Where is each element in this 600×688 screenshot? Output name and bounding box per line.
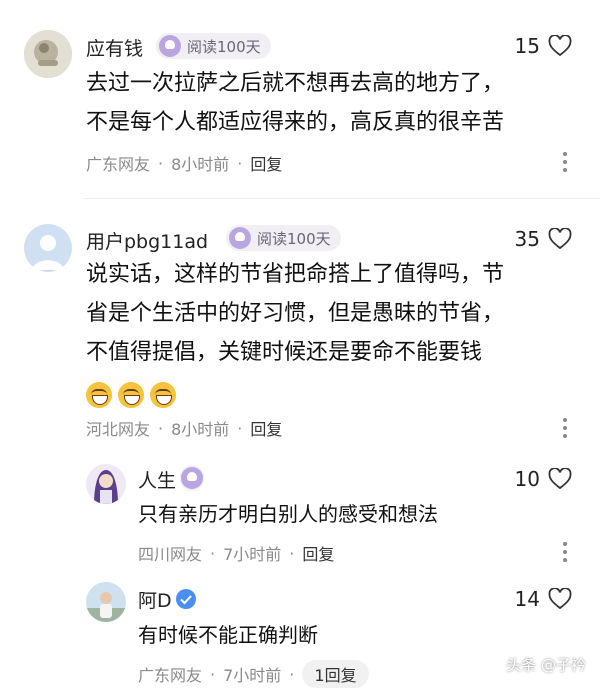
like-button[interactable]: 14 [515, 587, 572, 611]
comment-meta: 广东网友 · 8小时前 · 回复 [86, 151, 282, 175]
badge-label: 阅读100天 [257, 229, 331, 248]
reply-1: 人生 10 只有亲历才明白别人的感受和想法 四川网友 · 7小时前 · 回复 [0, 460, 600, 570]
separator: · [210, 543, 216, 563]
username[interactable]: 用户pbg11ad [86, 227, 208, 254]
avatar[interactable] [86, 582, 126, 622]
heart-outline-icon [548, 35, 572, 57]
laugh-cry-emoji-icon [86, 382, 112, 408]
separator: · [158, 418, 164, 438]
like-button[interactable]: 15 [515, 34, 572, 58]
divider [84, 198, 600, 199]
comment-line: 不值得提倡，关键时候还是要命不能要钱 [86, 340, 483, 365]
separator: · [237, 418, 243, 438]
comment-text: 说实话，这样的节省把命搭上了值得吗，节 省是个生活中的好习惯，但是愚昧的节省， … [86, 255, 586, 414]
separator: · [237, 153, 243, 173]
timestamp: 7小时前 [223, 545, 282, 564]
separator: · [289, 664, 295, 684]
comment-1: 应有钱 阅读100天 15 去过一次拉萨之后就不想再去高的地方了， 不是每个人都… [0, 0, 600, 200]
avatar[interactable] [24, 224, 72, 272]
username[interactable]: 阿D [138, 586, 172, 613]
reply-button[interactable]: 回复 [250, 151, 282, 175]
comment-line: 说实话，这样的节省把命搭上了值得吗，节 [86, 262, 505, 287]
laugh-cry-emoji-icon [150, 382, 176, 408]
separator: · [210, 664, 216, 684]
timestamp: 8小时前 [171, 155, 230, 174]
reading-badge-icon [229, 227, 251, 249]
verified-badge-icon [176, 589, 196, 609]
reply-meta: 四川网友 · 7小时前 · 回复 [138, 541, 334, 565]
comment-line: 省是个生活中的好习惯，但是愚昧的节省， [86, 301, 505, 326]
timestamp: 8小时前 [171, 420, 230, 439]
reply-button[interactable]: 回复 [302, 541, 334, 565]
watermark: 头条 @子衿 [506, 656, 586, 674]
reading-badge-icon [181, 467, 203, 489]
like-count: 10 [514, 467, 540, 491]
username[interactable]: 人生 [138, 466, 176, 493]
reply-text: 只有亲历才明白别人的感受和想法 [138, 502, 438, 526]
reply-meta: 广东网友 · 7小时前 · 1回复 [138, 660, 369, 688]
avatar[interactable] [24, 30, 72, 78]
separator: · [158, 153, 164, 173]
heart-outline-icon [548, 588, 572, 610]
location: 四川网友 [138, 545, 203, 564]
emoji-row [86, 375, 586, 414]
like-count: 15 [514, 34, 540, 58]
reading-badge [180, 465, 204, 491]
view-replies-button[interactable]: 1回复 [302, 660, 369, 688]
more-vertical-icon[interactable] [563, 418, 567, 442]
comment-meta: 河北网友 · 8小时前 · 回复 [86, 416, 282, 440]
comment-2: 用户pbg11ad 阅读100天 35 说实话，这样的节省把命搭上了值得吗，节 … [0, 200, 600, 460]
location: 广东网友 [138, 666, 203, 685]
reading-badge-icon [159, 35, 181, 57]
comment-line: 不是每个人都适应得来的，高反真的很辛苦 [86, 110, 505, 135]
heart-outline-icon [548, 468, 572, 490]
avatar[interactable] [86, 464, 126, 504]
like-button[interactable]: 10 [515, 467, 572, 491]
like-count: 35 [514, 227, 540, 251]
more-vertical-icon[interactable] [563, 152, 567, 176]
like-count: 14 [514, 587, 540, 611]
laugh-cry-emoji-icon [118, 382, 144, 408]
like-button[interactable]: 35 [515, 227, 572, 251]
more-vertical-icon[interactable] [563, 542, 567, 566]
username[interactable]: 应有钱 [86, 34, 143, 61]
timestamp: 7小时前 [223, 666, 282, 685]
location: 河北网友 [86, 420, 151, 439]
reading-badge: 阅读100天 [156, 33, 271, 59]
reply-text: 有时候不能正确判断 [138, 623, 318, 647]
comment-line: 去过一次拉萨之后就不想再去高的地方了， [86, 71, 505, 96]
heart-outline-icon [548, 228, 572, 250]
badge-label: 阅读100天 [187, 37, 261, 56]
reading-badge: 阅读100天 [226, 225, 341, 251]
separator: · [289, 543, 295, 563]
location: 广东网友 [86, 155, 151, 174]
comment-text: 去过一次拉萨之后就不想再去高的地方了， 不是每个人都适应得来的，高反真的很辛苦 [86, 64, 586, 142]
verified-badge [175, 588, 197, 610]
reply-button[interactable]: 回复 [250, 416, 282, 440]
